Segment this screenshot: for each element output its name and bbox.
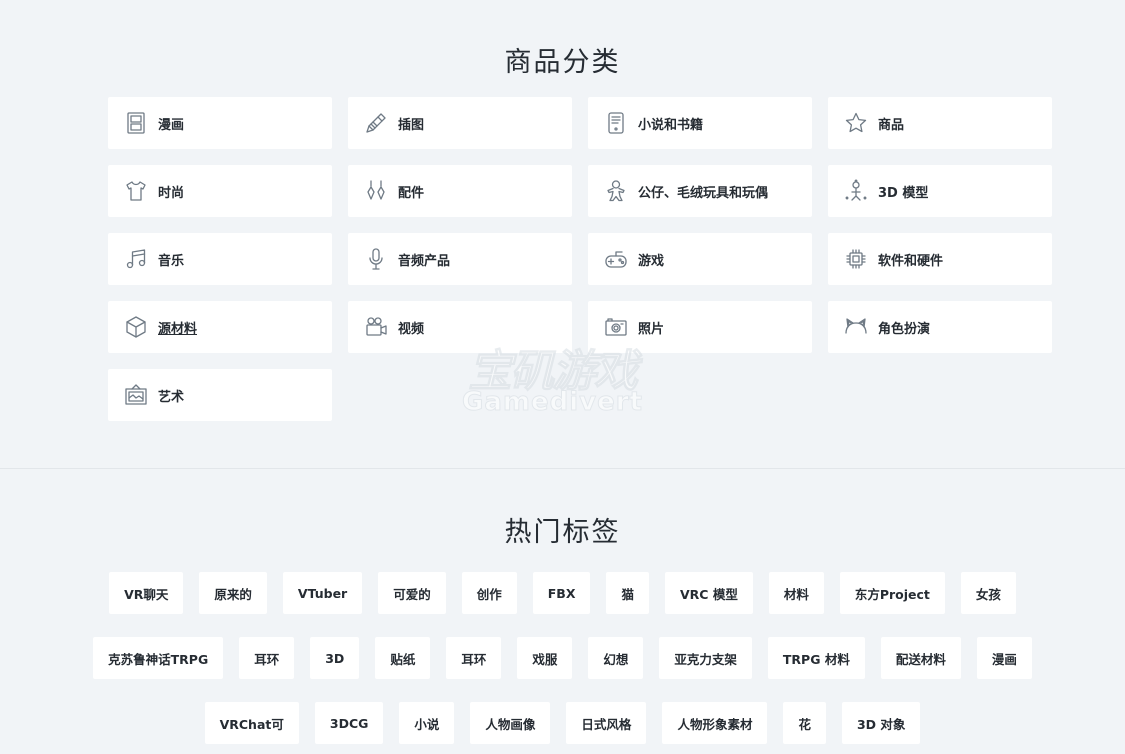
picture-frame-icon (124, 383, 148, 407)
tag-item[interactable]: 女孩 (960, 572, 1016, 614)
tag-item[interactable]: 幻想 (588, 637, 644, 679)
category-cosplay[interactable]: 角色扮演 (828, 301, 1052, 353)
photo-camera-icon (604, 315, 628, 339)
star-icon (844, 111, 868, 135)
category-label: 角色扮演 (878, 321, 931, 337)
tag-item[interactable]: 耳环 (239, 637, 295, 679)
category-label: 视频 (398, 321, 425, 337)
section-divider (0, 468, 1125, 469)
category-label: 游戏 (638, 253, 665, 269)
tag-item[interactable]: 花 (783, 702, 826, 744)
book-reader-icon (604, 111, 628, 135)
video-camera-icon (364, 315, 388, 339)
tag-item[interactable]: 可爱的 (378, 572, 446, 614)
category-fashion[interactable]: 时尚 (108, 165, 332, 217)
popular-tags-title: 热门标签 (504, 517, 621, 548)
category-label: 配件 (398, 185, 425, 201)
tag-item[interactable]: 配送材料 (880, 637, 961, 679)
category-label: 插图 (398, 117, 425, 133)
category-goods[interactable]: 商品 (828, 97, 1052, 149)
microphone-icon (364, 247, 388, 271)
category-label: 照片 (638, 321, 665, 337)
tag-item[interactable]: VR聊天 (109, 572, 184, 614)
category-dolls-plush[interactable]: 公仔、毛绒玩具和玩偶 (588, 165, 812, 217)
tag-item[interactable]: 小说 (399, 702, 455, 744)
music-note-icon (124, 247, 148, 271)
tag-item[interactable]: 漫画 (976, 637, 1032, 679)
tag-row-1: VR聊天 原来的 VTuber 可爱的 创作 FBX 猫 VRC 模型 材料 东… (0, 572, 1125, 614)
comic-book-icon (124, 111, 148, 135)
category-label: 小说和书籍 (638, 117, 704, 133)
category-label: 公仔、毛绒玩具和玩偶 (638, 185, 769, 201)
category-music[interactable]: 音乐 (108, 233, 332, 285)
t-shirt-icon (124, 179, 148, 203)
category-photos[interactable]: 照片 (588, 301, 812, 353)
tag-item[interactable]: 克苏鲁神话TRPG (93, 637, 224, 679)
tag-item[interactable]: 东方Project (839, 572, 945, 614)
tag-item[interactable]: 日式风格 (566, 702, 647, 744)
category-label: 商品 (878, 117, 905, 133)
tag-item[interactable]: VRChat可 (204, 702, 299, 744)
tag-item[interactable]: 贴纸 (375, 637, 431, 679)
tag-row-3: VRChat可 3DCG 小说 人物画像 日式风格 人物形象素材 花 3D 对象 (0, 702, 1125, 744)
tag-item[interactable]: 戏服 (517, 637, 573, 679)
tag-item[interactable]: 3D 对象 (841, 702, 921, 744)
tag-item[interactable]: 亚克力支架 (659, 637, 752, 679)
tag-item[interactable]: 3DCG (314, 702, 384, 744)
category-comic[interactable]: 漫画 (108, 97, 332, 149)
tag-item[interactable]: 人物画像 (470, 702, 551, 744)
tag-item[interactable]: 材料 (768, 572, 824, 614)
category-video[interactable]: 视频 (348, 301, 572, 353)
category-label: 软件和硬件 (878, 253, 944, 269)
cat-ears-icon (844, 315, 868, 339)
tag-item[interactable]: 3D (310, 637, 360, 679)
category-label: 漫画 (158, 117, 185, 133)
category-illustration[interactable]: 插图 (348, 97, 572, 149)
category-novels-books[interactable]: 小说和书籍 (588, 97, 812, 149)
category-label: 艺术 (158, 389, 185, 405)
tag-item[interactable]: VRC 模型 (665, 572, 753, 614)
category-grid: 漫画 插图 小说和书籍 商品 时尚 配件 公仔、毛绒玩具和玩偶 3D 模型 音乐… (108, 97, 1052, 421)
tag-item[interactable]: 耳环 (446, 637, 502, 679)
category-source-materials[interactable]: 源材料 (108, 301, 332, 353)
category-label: 音频产品 (398, 253, 451, 269)
tag-item[interactable]: 人物形象素材 (662, 702, 768, 744)
category-software-hardware[interactable]: 软件和硬件 (828, 233, 1052, 285)
tag-item[interactable]: 创作 (461, 572, 517, 614)
category-art[interactable]: 艺术 (108, 369, 332, 421)
category-label: 音乐 (158, 253, 185, 269)
gingerbread-doll-icon (604, 179, 628, 203)
category-games[interactable]: 游戏 (588, 233, 812, 285)
tag-item[interactable]: 猫 (606, 572, 649, 614)
chip-icon (844, 247, 868, 271)
tag-item[interactable]: VTuber (282, 572, 363, 614)
tag-row-2: 克苏鲁神话TRPG 耳环 3D 贴纸 耳环 戏服 幻想 亚克力支架 TRPG 材… (0, 637, 1125, 679)
category-label: 3D 模型 (878, 185, 929, 201)
pencil-icon (364, 111, 388, 135)
categories-title: 商品分类 (504, 47, 621, 78)
tag-item[interactable]: 原来的 (199, 572, 267, 614)
category-audio-products[interactable]: 音频产品 (348, 233, 572, 285)
tag-item[interactable]: FBX (532, 572, 591, 614)
category-label: 源材料 (158, 321, 198, 337)
3d-figure-icon (844, 179, 868, 203)
tag-item[interactable]: TRPG 材料 (767, 637, 865, 679)
gamepad-icon (604, 247, 628, 271)
cube-icon (124, 315, 148, 339)
earrings-icon (364, 179, 388, 203)
category-accessories[interactable]: 配件 (348, 165, 572, 217)
category-label: 时尚 (158, 185, 185, 201)
category-3d-models[interactable]: 3D 模型 (828, 165, 1052, 217)
